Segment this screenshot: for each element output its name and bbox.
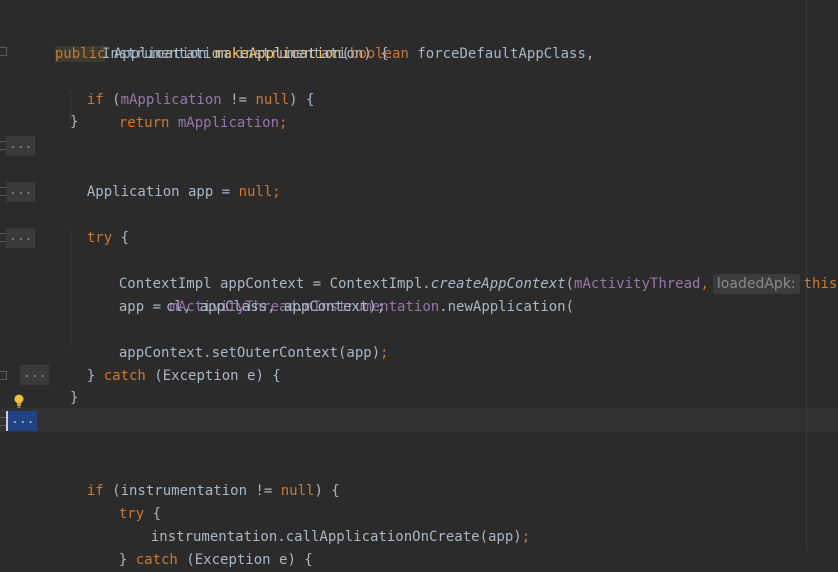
parameter-hint: loadedApk:: [712, 274, 800, 294]
code-line-5[interactable]: }: [70, 111, 78, 134]
code-line-4[interactable]: return mApplication;: [102, 89, 288, 131]
semicolon: ;: [272, 184, 281, 200]
code-line-2[interactable]: Instrumentation instrumentation) {: [102, 43, 389, 66]
code-token: Application app =: [86, 184, 239, 200]
code-line-10[interactable]: cl, appClass, appContext);: [166, 296, 385, 319]
code-token: (Exception e) {: [177, 552, 313, 568]
code-line-3[interactable]: if (mApplication != null) {: [70, 66, 315, 108]
semicolon: ;: [279, 115, 288, 131]
code-token: {: [112, 230, 130, 246]
code-line-11[interactable]: appContext.setOuterContext(app);: [102, 319, 389, 361]
code-line-1[interactable]: public Application makeApplication(boole…: [38, 20, 594, 62]
folded-code-placeholder[interactable]: ...: [6, 228, 36, 248]
editor-gutter[interactable]: [0, 0, 34, 550]
fold-marker-icon[interactable]: [0, 47, 7, 56]
keyword: return: [118, 115, 170, 131]
code-token: app =: [118, 299, 170, 315]
code-token: (Exception e) {: [145, 368, 281, 384]
code-line-14[interactable]: if (instrumentation != null) {: [70, 457, 340, 499]
code-line-15[interactable]: try {: [102, 480, 161, 522]
lightbulb-icon[interactable]: [13, 393, 25, 409]
code-line-7[interactable]: try {: [70, 204, 129, 246]
code-token: ) {: [314, 483, 340, 499]
field-ref: mApplication: [177, 115, 280, 131]
code-line-8[interactable]: ContextImpl appContext = ContextImpl.cre…: [102, 250, 838, 294]
semicolon: ;: [380, 345, 389, 361]
keyword: catch: [103, 368, 146, 384]
code-line-16[interactable]: instrumentation.callApplicationOnCreate(…: [134, 503, 530, 545]
code-token: }: [118, 552, 136, 568]
keyword: null: [238, 184, 273, 200]
code-token: .newApplication(: [439, 299, 575, 315]
keyword: this: [803, 276, 838, 292]
keyword: try: [86, 230, 113, 246]
code-line-9[interactable]: app = mActivityThread.mInstrumentation.n…: [102, 273, 574, 315]
code-line-13[interactable]: }: [70, 387, 78, 410]
keyword: null: [280, 483, 315, 499]
keyword: public: [54, 46, 106, 62]
code-line-12[interactable]: } catch (Exception e) {: [70, 342, 281, 384]
code-token: forceDefaultAppClass,: [408, 46, 595, 62]
code-line-17[interactable]: } catch (Exception e) {: [102, 526, 313, 568]
current-line-highlight: [0, 408, 838, 432]
folded-code-placeholder[interactable]: ...: [20, 365, 50, 385]
code-token: }: [86, 368, 104, 384]
folded-code-placeholder[interactable]: ...: [6, 182, 36, 202]
folded-code-placeholder[interactable]: ...: [6, 136, 36, 156]
folded-code-placeholder-selected[interactable]: ...: [6, 411, 38, 431]
comma: ,: [700, 276, 709, 292]
fold-marker-icon[interactable]: [0, 371, 7, 380]
code-token: ) {: [289, 92, 315, 108]
code-line-6[interactable]: Application app = null;: [70, 158, 281, 200]
semicolon: ;: [521, 529, 531, 545]
keyword: catch: [135, 552, 178, 568]
field-ref: mActivityThread: [574, 276, 701, 292]
